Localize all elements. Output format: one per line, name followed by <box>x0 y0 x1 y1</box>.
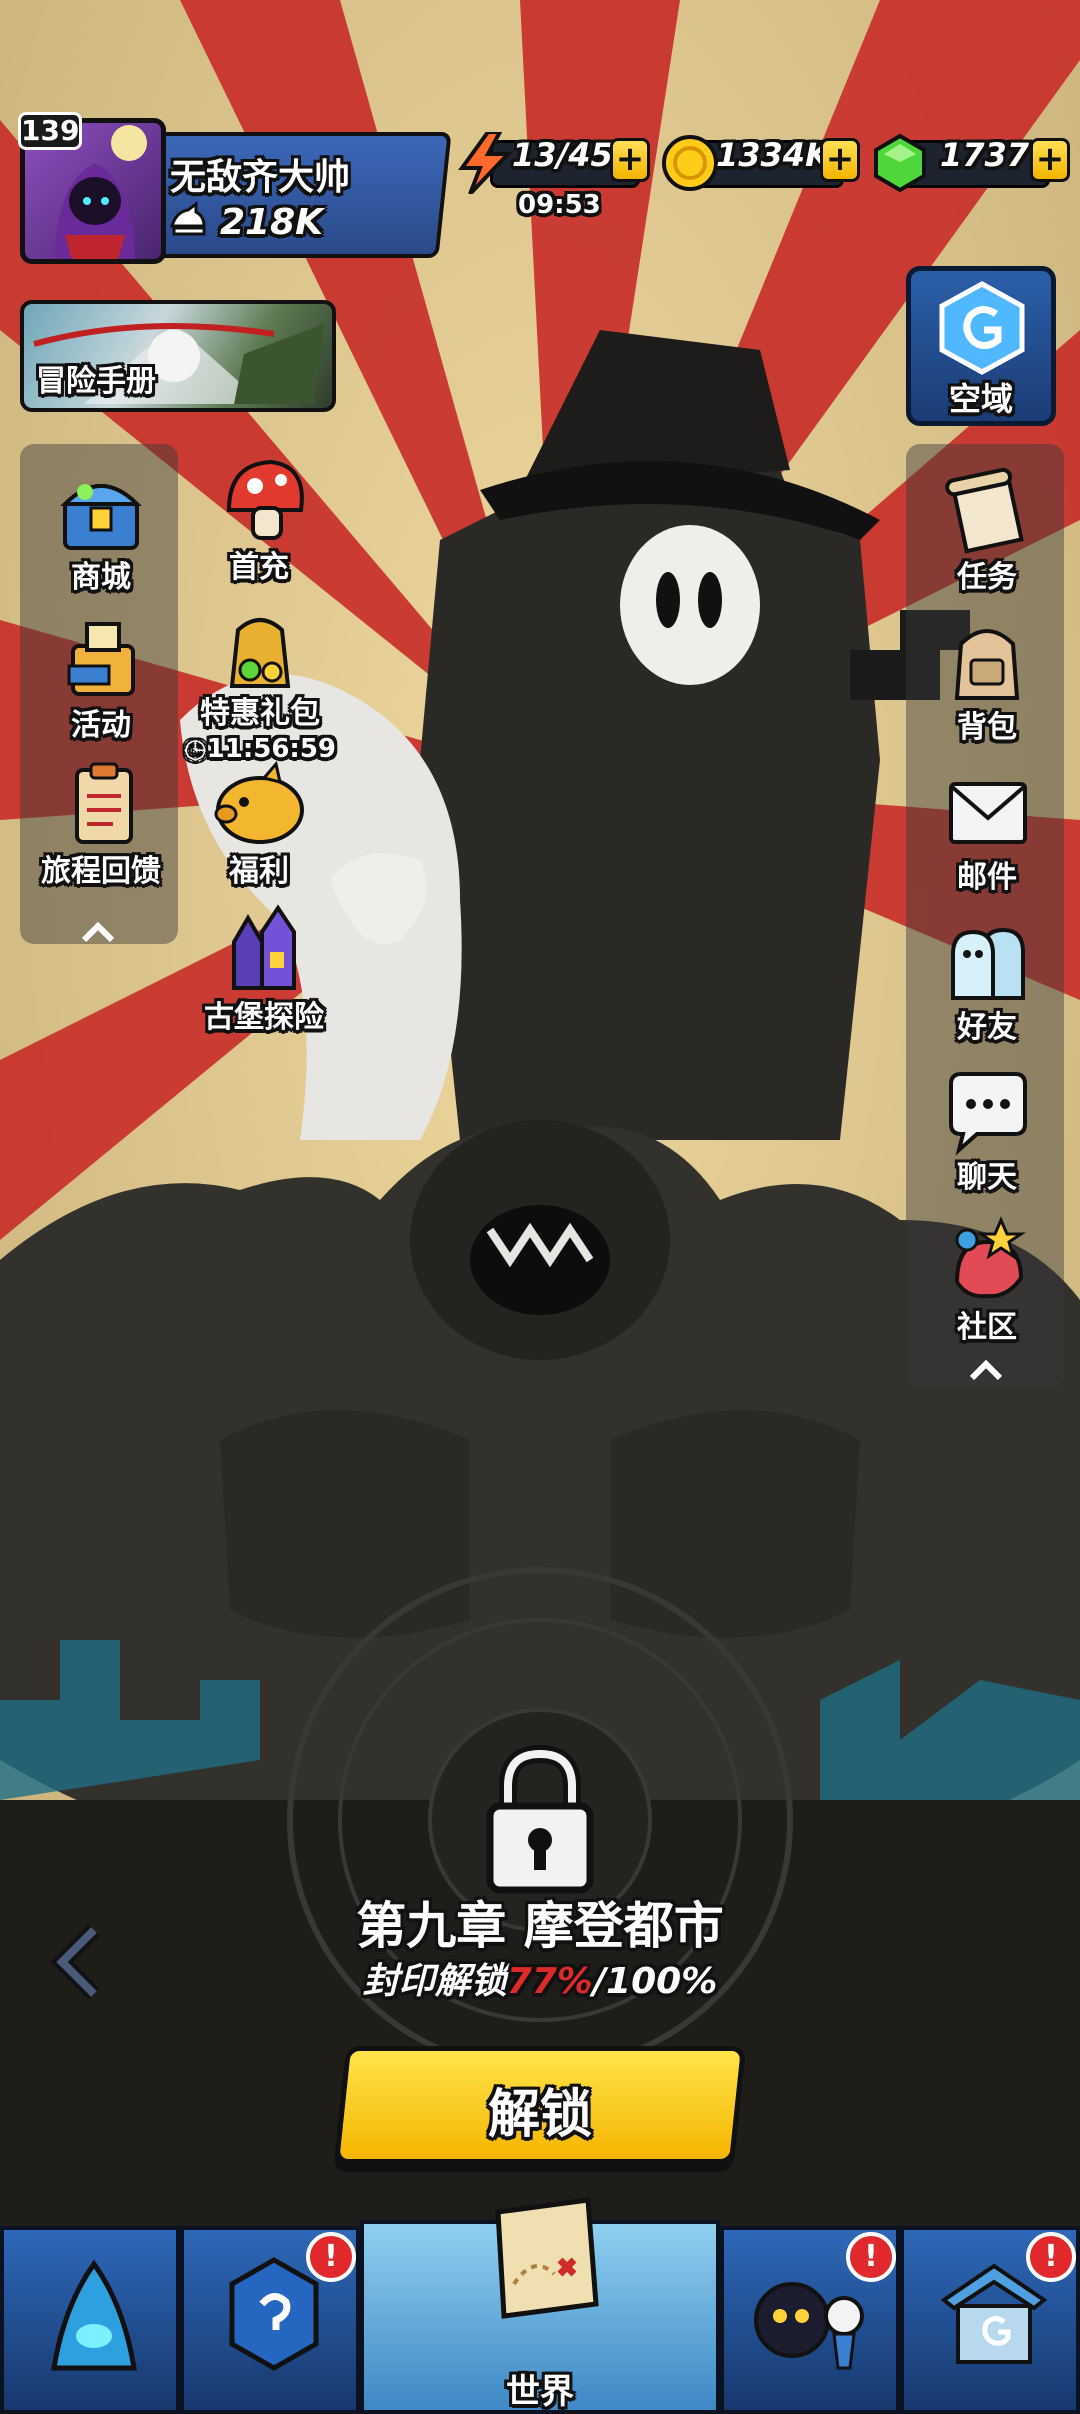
gold-coin-icon <box>662 135 718 191</box>
welfare-button[interactable]: 福利 <box>184 756 334 890</box>
gem-value: 1737 <box>940 136 1030 174</box>
community-creature-icon <box>954 1216 1026 1299</box>
progress-total: /100% <box>592 1961 718 2002</box>
tab-world-label: 世界 <box>506 2372 574 2412</box>
collapse-right-menu-icon[interactable] <box>966 1358 1006 1382</box>
first-recharge-label: 首充 <box>229 550 289 585</box>
quests-label: 任务 <box>957 560 1017 595</box>
chat-button[interactable]: 聊天 <box>912 1062 1062 1196</box>
community-button[interactable]: 社区 <box>912 1212 1062 1346</box>
shop-button[interactable]: 商城 <box>26 462 176 596</box>
combat-power-icon <box>170 201 206 236</box>
void-realm-button[interactable]: 空域 <box>902 262 1060 430</box>
energy-value: 13/45 <box>512 136 613 174</box>
add-gems-button[interactable]: + <box>1030 138 1070 182</box>
collapse-left-menu-icon[interactable] <box>78 920 118 944</box>
coin-value: 1334K <box>716 136 830 174</box>
talent-crystal-icon <box>229 2257 319 2371</box>
envelope-icon <box>949 782 1027 844</box>
tab-talent-alert-badge: ! <box>306 2232 356 2282</box>
clipboard-icon <box>75 762 133 844</box>
backpack-button[interactable]: 背包 <box>912 612 1062 746</box>
player-name: 无敌齐大帅 <box>170 157 351 198</box>
mail-button[interactable]: 邮件 <box>912 762 1062 896</box>
tab-pets-alert-badge: ! <box>846 2232 896 2282</box>
backpack-icon <box>954 629 1020 700</box>
friends-label: 好友 <box>957 1010 1017 1045</box>
adventure-handbook-label: 冒险手册 <box>36 364 156 399</box>
combat-power-value: 218K <box>220 202 324 243</box>
tab-base[interactable]: ! <box>900 2226 1080 2414</box>
adventure-handbook-button[interactable]: 冒险手册 <box>20 300 336 412</box>
gift-bag-icon <box>229 618 291 688</box>
events-button[interactable]: 活动 <box>26 610 176 744</box>
backpack-label: 背包 <box>957 710 1017 745</box>
bottom-navigation: ! 世界 ! ! <box>0 2197 1080 2414</box>
coin-counter: 1334K + <box>660 132 864 191</box>
welfare-label: 福利 <box>229 854 289 889</box>
special-pack-button[interactable]: 特惠礼包 ◷11:56:59 <box>180 610 340 764</box>
special-pack-label: 特惠礼包 <box>200 696 320 731</box>
friends-ghosts-icon <box>951 927 1025 1000</box>
chapter-title: 第九章 摩登都市 <box>356 1897 724 1955</box>
base-building-icon <box>940 2263 1048 2364</box>
unlock-label: 解锁 <box>487 2085 592 2145</box>
unlock-button[interactable]: 解锁 <box>333 2046 747 2164</box>
add-energy-button[interactable]: + <box>610 138 650 182</box>
castle-adventure-button[interactable]: 古堡探险 <box>184 902 344 1036</box>
tab-hero[interactable] <box>0 2226 180 2414</box>
game-screen: 139 无敌齐大帅 218K 13/45 + 09:53 1334K + 173… <box>0 0 1080 2414</box>
red-mushroom-icon <box>226 459 304 540</box>
player-profile[interactable]: 139 无敌齐大帅 218K <box>18 112 452 264</box>
tab-base-alert-badge: ! <box>1026 2232 1076 2282</box>
tab-pets[interactable]: ! <box>720 2226 900 2414</box>
treasure-map-icon <box>495 2197 599 2319</box>
scroll-icon <box>945 467 1024 554</box>
tab-world[interactable]: 世界 <box>360 2197 720 2414</box>
journey-feedback-label: 旅程回馈 <box>41 854 161 889</box>
piggy-bank-icon <box>214 760 304 844</box>
green-gem-icon <box>874 133 926 193</box>
chapter-lock-icon <box>486 1744 594 1894</box>
haunted-castle-icon <box>232 904 296 990</box>
energy-bolt-icon <box>458 132 513 194</box>
community-label: 社区 <box>957 1310 1017 1345</box>
void-realm-label: 空域 <box>948 380 1013 418</box>
gem-counter: 1737 + <box>870 132 1074 193</box>
chat-label: 聊天 <box>957 1160 1017 1195</box>
energy-regen-timer: 09:53 <box>518 190 601 220</box>
progress-label: 封印解锁 <box>362 1961 507 2002</box>
quests-button[interactable]: 任务 <box>912 462 1062 596</box>
progress-value: 77% <box>506 1961 593 2002</box>
journey-feedback-button[interactable]: 旅程回馈 <box>26 756 176 890</box>
treasure-chest-icon <box>60 484 142 550</box>
friends-button[interactable]: 好友 <box>912 912 1062 1046</box>
tab-talent[interactable]: ! <box>180 2226 360 2414</box>
castle-adventure-label: 古堡探险 <box>204 1000 324 1035</box>
energy-counter: 13/45 + <box>456 132 652 194</box>
add-coins-button[interactable]: + <box>820 138 860 182</box>
player-level: 139 <box>18 112 82 150</box>
first-recharge-button[interactable]: 首充 <box>184 452 334 586</box>
seal-unlock-progress: 封印解锁77%/100% <box>0 1952 1080 2004</box>
blue-creature-icon <box>51 2259 137 2371</box>
previous-chapter-arrow-icon[interactable] <box>50 1924 106 2000</box>
void-realm-crest-icon <box>939 281 1025 375</box>
chat-bubble-icon <box>949 1072 1027 1156</box>
events-label: 活动 <box>71 708 131 743</box>
mail-label: 邮件 <box>957 860 1017 895</box>
event-chest-icon <box>67 622 135 696</box>
shop-label: 商城 <box>71 560 131 595</box>
